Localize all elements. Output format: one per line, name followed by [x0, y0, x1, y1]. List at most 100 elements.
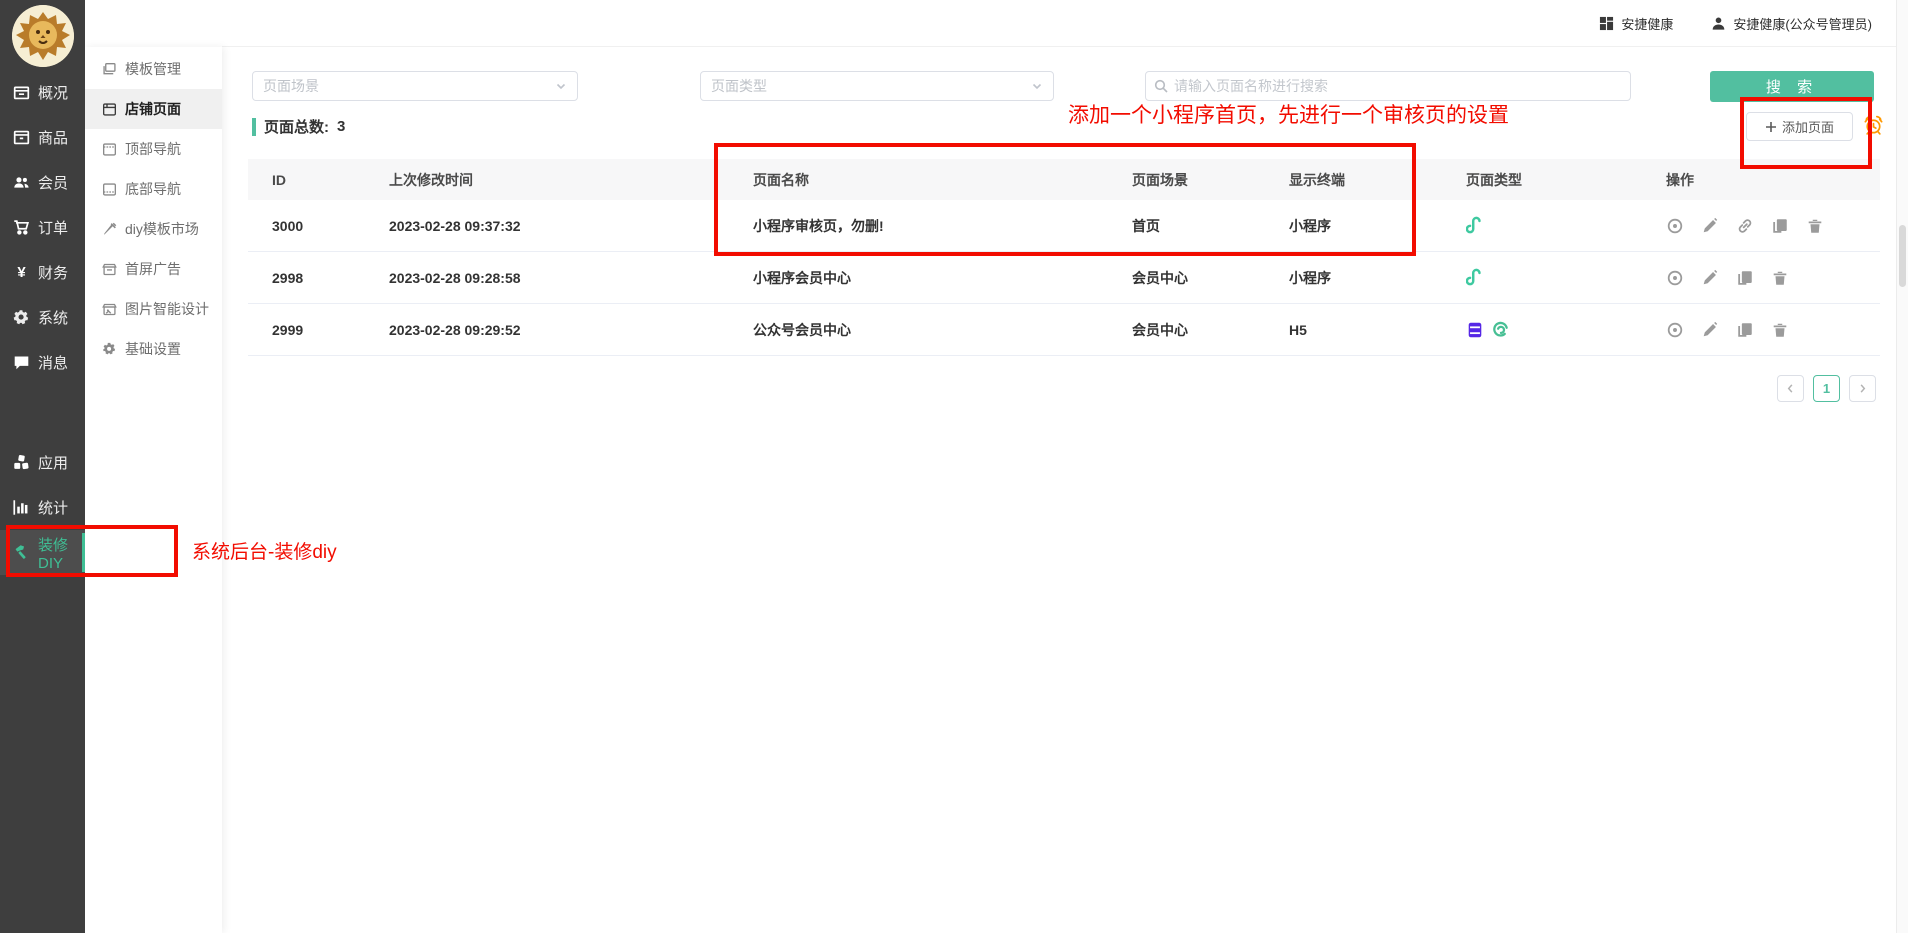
template-manage-icon — [102, 62, 117, 77]
sidebar-item-label: 会员 — [38, 172, 68, 193]
submenu-item-top-nav[interactable]: 顶部导航 — [85, 129, 222, 169]
prev-page-button[interactable] — [1777, 375, 1804, 402]
submenu-item-bottom-nav[interactable]: 底部导航 — [85, 169, 222, 209]
page-scene-placeholder: 页面场景 — [263, 76, 319, 96]
sidebar-item-stats[interactable]: 统计 — [0, 485, 85, 530]
cell-time: 2023-02-28 09:37:32 — [389, 218, 753, 234]
basic-settings-icon — [102, 342, 117, 357]
cell-terminal: 小程序 — [1289, 268, 1466, 288]
members-icon — [13, 174, 30, 191]
apps-icon — [13, 454, 30, 471]
delete-icon[interactable] — [1771, 321, 1789, 339]
submenu-item-label: 图片智能设计 — [125, 299, 209, 319]
sidebar-item-overview[interactable]: 概况 — [0, 70, 85, 115]
delete-icon[interactable] — [1771, 269, 1789, 287]
col-id: ID — [272, 172, 389, 188]
cell-id: 2999 — [272, 322, 389, 338]
sidebar-top-items: 概况 商品 会员 订单 ¥ 财务 系统 — [0, 70, 85, 385]
page-total-label: 页面总数: — [264, 116, 329, 137]
banner-ad-icon — [102, 262, 117, 277]
brand-logo — [12, 5, 74, 67]
sidebar-item-label: 消息 — [38, 352, 68, 373]
cell-name: 小程序会员中心 — [753, 268, 1132, 288]
sidebar-item-label: 应用 — [38, 452, 68, 473]
submenu-item-label: 模板管理 — [125, 59, 181, 79]
next-page-button[interactable] — [1849, 375, 1876, 402]
copy-icon[interactable] — [1736, 269, 1754, 287]
page-total: 页面总数: 3 — [252, 116, 345, 137]
chevron-down-icon — [555, 80, 567, 92]
grid-icon — [1599, 16, 1614, 31]
copy-icon[interactable] — [1736, 321, 1754, 339]
store-page-submenu: 模板管理 店铺页面 顶部导航 底部导航 diy模板市场 首屏广告 图片智能设 — [85, 47, 222, 933]
user-menu[interactable]: 安捷健康(公众号管理员) — [1711, 14, 1872, 33]
submenu-item-image-design[interactable]: 图片智能设计 — [85, 289, 222, 329]
delete-icon[interactable] — [1806, 217, 1824, 235]
submenu-item-template-manage[interactable]: 模板管理 — [85, 49, 222, 89]
submenu-item-banner-ad[interactable]: 首屏广告 — [85, 249, 222, 289]
sidebar-item-goods[interactable]: 商品 — [0, 115, 85, 160]
annotation-note-backend-diy: 系统后台-装修diy — [192, 537, 337, 564]
annotation-box-add-page — [1740, 97, 1872, 169]
submenu-item-label: diy模板市场 — [125, 219, 199, 239]
col-operations: 操作 — [1666, 170, 1880, 190]
user-icon — [1711, 16, 1726, 31]
miniprogram-icon — [1466, 216, 1485, 235]
pagination: 1 — [1777, 375, 1876, 402]
sidebar-item-apps[interactable]: 应用 — [0, 440, 85, 485]
submenu-item-diy-market[interactable]: diy模板市场 — [85, 209, 222, 249]
annotation-note-add-review-page: 添加一个小程序首页，先进行一个审核页的设置 — [1068, 99, 1509, 129]
edit-icon[interactable] — [1701, 321, 1719, 339]
edit-icon[interactable] — [1701, 269, 1719, 287]
page-total-count: 3 — [337, 118, 345, 135]
link-icon[interactable] — [1736, 217, 1754, 235]
image-design-icon — [102, 302, 117, 317]
main-sidebar: 概况 商品 会员 订单 ¥ 财务 系统 — [0, 0, 85, 933]
cell-terminal: H5 — [1289, 322, 1466, 338]
page-scene-select[interactable]: 页面场景 — [252, 71, 578, 101]
workspace-switcher[interactable]: 安捷健康 — [1599, 14, 1673, 33]
submenu-item-label: 底部导航 — [125, 179, 181, 199]
sidebar-item-orders[interactable]: 订单 — [0, 205, 85, 250]
view-icon[interactable] — [1666, 269, 1684, 287]
main-content: 页面场景 页面类型 搜 索 页面总数: 3 添加页面 ID 上次修改时间 — [222, 0, 1896, 933]
sidebar-item-message[interactable]: 消息 — [0, 340, 85, 385]
annotation-box-review-page-row — [714, 143, 1416, 256]
cell-page-type — [1466, 268, 1666, 287]
accent-bar — [252, 118, 256, 136]
finance-icon: ¥ — [13, 264, 30, 281]
cell-scene: 会员中心 — [1132, 320, 1289, 340]
submenu-item-shop-page[interactable]: 店铺页面 — [85, 89, 222, 129]
page-number-button[interactable]: 1 — [1813, 375, 1840, 402]
view-icon[interactable] — [1666, 217, 1684, 235]
sidebar-item-members[interactable]: 会员 — [0, 160, 85, 205]
cell-id: 2998 — [272, 270, 389, 286]
page-search-field — [1145, 71, 1631, 101]
view-icon[interactable] — [1666, 321, 1684, 339]
col-page-type: 页面类型 — [1466, 170, 1666, 190]
scrollbar-thumb[interactable] — [1899, 225, 1906, 287]
copy-icon[interactable] — [1771, 217, 1789, 235]
submenu-item-basic-settings[interactable]: 基础设置 — [85, 329, 222, 369]
cell-page-type — [1466, 320, 1666, 339]
sidebar-item-label: 商品 — [38, 127, 68, 148]
h5-mobile-icon — [1466, 321, 1484, 339]
top-nav-icon — [102, 142, 117, 157]
row-operations — [1666, 217, 1880, 235]
sidebar-item-finance[interactable]: ¥ 财务 — [0, 250, 85, 295]
cell-time: 2023-02-28 09:28:58 — [389, 270, 753, 286]
submenu-item-label: 顶部导航 — [125, 139, 181, 159]
edit-icon[interactable] — [1701, 217, 1719, 235]
message-icon — [13, 354, 30, 371]
page-type-select[interactable]: 页面类型 — [700, 71, 1054, 101]
page-type-placeholder: 页面类型 — [711, 76, 767, 96]
workspace-name: 安捷健康 — [1621, 14, 1673, 33]
submenu-item-label: 店铺页面 — [125, 99, 181, 119]
sidebar-item-label: 统计 — [38, 497, 68, 518]
search-icon — [1154, 79, 1168, 93]
sidebar-item-label: 系统 — [38, 307, 68, 328]
row-operations — [1666, 269, 1880, 287]
sidebar-item-system[interactable]: 系统 — [0, 295, 85, 340]
cell-scene: 会员中心 — [1132, 268, 1289, 288]
search-input[interactable] — [1174, 78, 1622, 94]
